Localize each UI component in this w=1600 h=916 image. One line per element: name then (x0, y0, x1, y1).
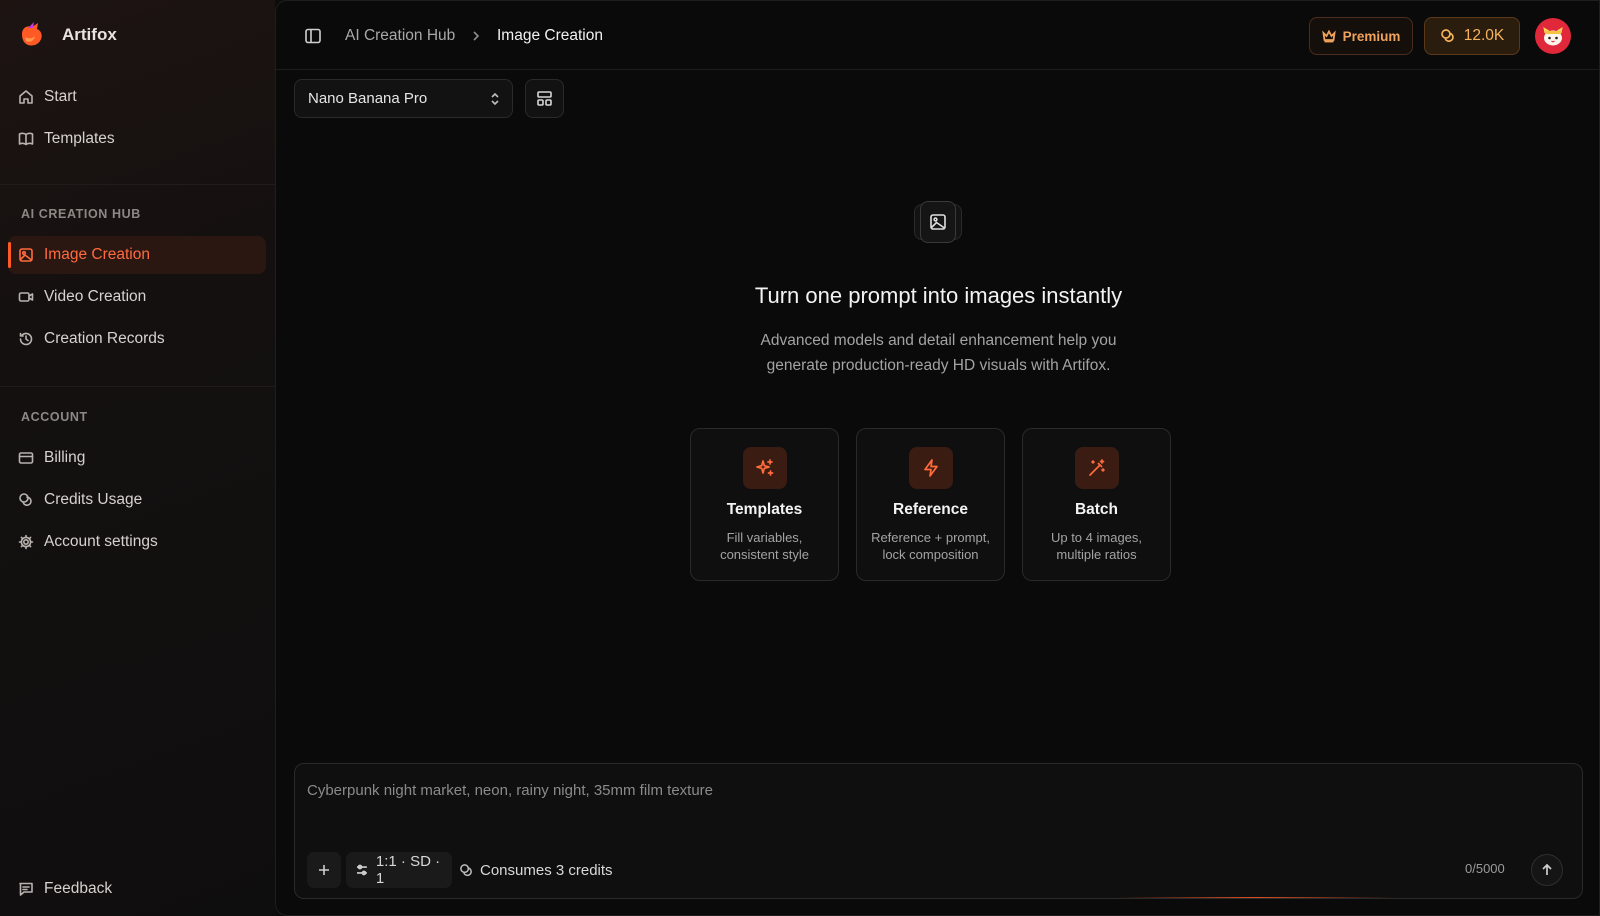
generation-settings-label: 1:1 · SD · 1 (375, 853, 441, 887)
sidebar-item-feedback[interactable]: Feedback (8, 870, 266, 908)
feedback-icon (19, 882, 33, 896)
mode-card-reference[interactable]: Reference Reference + prompt, lock compo… (856, 428, 1005, 581)
sidebar-item-label: Account settings (44, 533, 158, 550)
card-title: Reference (893, 501, 968, 518)
arrow-up-icon (1542, 863, 1552, 875)
mode-card-templates[interactable]: Templates Fill variables, consistent sty… (690, 428, 839, 581)
sidebar-item-label: Creation Records (44, 330, 165, 347)
prompt-composer: 1:1 · SD · 1 Consumes 3 credits 0/5000 (294, 763, 1583, 899)
card-description-line: Fill variables, (726, 530, 803, 545)
premium-label: Premium (1342, 28, 1401, 44)
main-panel: AI Creation Hub Image Creation Premium 1… (275, 0, 1600, 916)
credit-cost: Consumes 3 credits (459, 852, 613, 888)
add-attachment-button[interactable] (307, 852, 341, 888)
crown-icon (1321, 29, 1336, 43)
model-select[interactable]: Nano Banana Pro (294, 79, 513, 118)
credit-cost-label: Consumes 3 credits (480, 861, 613, 879)
sidebar-item-label: Billing (44, 449, 86, 466)
mode-card-batch[interactable]: Batch Up to 4 images, multiple ratios (1022, 428, 1171, 581)
image-icon (19, 248, 33, 262)
sidebar-item-label: Templates (44, 130, 115, 147)
character-counter: 0/5000 (1465, 861, 1505, 876)
layout-toggle-button[interactable] (525, 79, 564, 118)
card-description-line: multiple ratios (1056, 547, 1137, 562)
send-button[interactable] (1531, 854, 1563, 886)
card-description-line: Reference + prompt, (871, 530, 990, 545)
app-root: Artifox Start Templates AI CREATION HUB … (0, 0, 1600, 916)
sparkles-icon (743, 447, 787, 489)
breadcrumb-parent[interactable]: AI Creation Hub (345, 27, 455, 45)
sidebar-item-creation-records[interactable]: Creation Records (8, 320, 266, 358)
chevron-right-icon (470, 29, 482, 43)
sidebar-item-templates[interactable]: Templates (8, 120, 266, 158)
magic-wand-icon (1075, 447, 1119, 489)
book-icon (18, 132, 34, 146)
chevron-updown-icon (488, 91, 502, 107)
hero-subtitle-line: Advanced models and detail enhancement h… (760, 332, 1117, 349)
card-description-line: consistent style (720, 547, 809, 562)
composer-glow (1115, 897, 1395, 898)
sidebar-item-account-settings[interactable]: Account settings (8, 523, 266, 561)
card-title: Templates (726, 501, 803, 518)
section-label-hub: AI CREATION HUB (21, 207, 141, 221)
avatar[interactable] (1535, 18, 1571, 54)
card-description: Up to 4 images, multiple ratios (1023, 529, 1170, 563)
sidebar: Artifox Start Templates AI CREATION HUB … (0, 0, 275, 916)
coins-icon (19, 493, 32, 506)
sliders-icon (356, 864, 367, 876)
history-icon (19, 332, 33, 346)
card-description: Fill variables, consistent style (691, 529, 838, 563)
hero-subtitle: Advanced models and detail enhancement h… (276, 329, 1600, 378)
coins-icon (460, 863, 472, 876)
sidebar-divider (0, 184, 275, 185)
lightning-icon (909, 447, 953, 489)
credits-balance: 12.0K (1463, 27, 1505, 44)
plus-icon (319, 865, 329, 875)
sidebar-item-image-creation[interactable]: Image Creation (8, 236, 266, 274)
sidebar-item-label: Credits Usage (44, 491, 143, 508)
hero-title: Turn one prompt into images instantly (754, 283, 1123, 308)
section-label-account: ACCOUNT (21, 410, 88, 424)
gear-icon (18, 534, 34, 550)
card-description-line: lock composition (882, 547, 979, 562)
card-description: Reference + prompt, lock composition (857, 529, 1004, 563)
breadcrumb-current: Image Creation (497, 27, 603, 44)
model-select-value: Nano Banana Pro (308, 90, 428, 107)
credits-button[interactable]: 12.0K (1424, 17, 1520, 55)
card-title: Batch (1074, 501, 1119, 518)
sidebar-divider (0, 386, 275, 387)
generation-settings-button[interactable]: 1:1 · SD · 1 (346, 852, 452, 888)
prompt-input[interactable] (307, 778, 1307, 802)
sidebar-item-label: Feedback (44, 880, 113, 897)
fox-logo-icon (22, 22, 42, 46)
hero-subtitle-line: generate production-ready HD visuals wit… (766, 356, 1111, 374)
card-description-line: Up to 4 images, (1050, 530, 1143, 545)
cat-avatar-icon (1543, 26, 1563, 46)
hero-image-icon (914, 201, 962, 244)
sidebar-item-label: Image Creation (44, 246, 150, 263)
layout-icon (537, 91, 552, 106)
top-bar: AI Creation Hub Image Creation Premium 1… (276, 1, 1599, 70)
video-icon (18, 292, 34, 302)
sidebar-item-label: Start (44, 88, 77, 105)
sidebar-item-start[interactable]: Start (8, 78, 266, 116)
coins-icon (1440, 29, 1454, 43)
sidebar-toggle-icon[interactable] (304, 27, 322, 45)
brand-name: Artifox (62, 25, 117, 44)
brand[interactable]: Artifox (18, 18, 117, 52)
sidebar-item-video-creation[interactable]: Video Creation (8, 278, 266, 316)
sidebar-item-credits-usage[interactable]: Credits Usage (8, 481, 266, 519)
sidebar-item-label: Video Creation (44, 288, 147, 305)
sidebar-item-billing[interactable]: Billing (8, 439, 266, 477)
premium-button[interactable]: Premium (1309, 17, 1413, 55)
home-icon (19, 90, 33, 104)
card-icon (18, 452, 34, 464)
